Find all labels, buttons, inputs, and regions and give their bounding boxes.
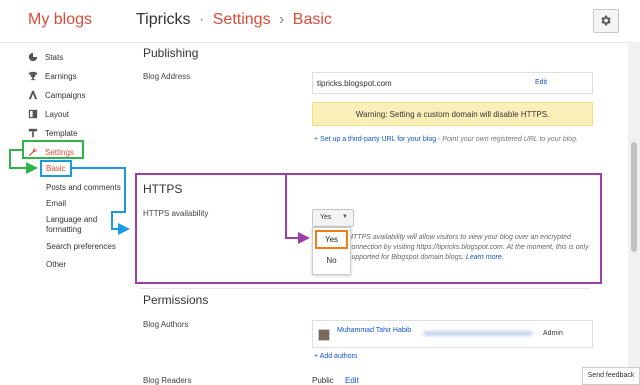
top-header: My blogs Tipricks · Settings › Basic bbox=[0, 0, 640, 43]
sidebar-item-label: Stats bbox=[45, 53, 64, 62]
blurred-email bbox=[423, 331, 533, 336]
avatar bbox=[318, 329, 330, 341]
sidebar-item-stats[interactable]: Stats bbox=[27, 52, 63, 62]
my-blogs-link[interactable]: My blogs bbox=[28, 11, 92, 29]
section-divider bbox=[140, 288, 590, 289]
sidebar-sub-other[interactable]: Other bbox=[46, 260, 66, 270]
https-availability-label: HTTPS availability bbox=[143, 209, 209, 218]
warning-text: Warning: Setting a custom domain will di… bbox=[355, 110, 550, 119]
sidebar-item-campaigns[interactable]: Campaigns bbox=[27, 90, 85, 100]
sidebar-item-label: Earnings bbox=[45, 72, 77, 81]
https-section-title: HTTPS bbox=[143, 182, 183, 196]
sidebar-item-layout[interactable]: Layout bbox=[27, 109, 69, 119]
author-row: Muhammad Tahir Habib Admin bbox=[312, 320, 593, 348]
campaigns-icon bbox=[28, 90, 38, 100]
learn-more-link[interactable]: Learn more. bbox=[466, 254, 504, 261]
sidebar-item-label: Settings bbox=[45, 148, 74, 157]
breadcrumb: Tipricks · Settings › Basic bbox=[136, 11, 332, 29]
sidebar-item-label: Campaigns bbox=[45, 91, 86, 100]
trophy-icon bbox=[28, 71, 38, 81]
sidebar-item-label: Layout bbox=[45, 110, 70, 119]
sidebar-sub-language-formatting[interactable]: Language and formatting bbox=[46, 215, 116, 235]
sidebar-sub-email[interactable]: Email bbox=[46, 199, 66, 209]
sidebar: Stats Earnings Campaigns Layout Template… bbox=[0, 42, 130, 385]
blog-readers-label: Blog Readers bbox=[143, 376, 192, 385]
layout-icon bbox=[28, 109, 38, 119]
blog-readers-value: Public bbox=[312, 376, 334, 385]
author-name-link[interactable]: Muhammad Tahir Habib bbox=[337, 326, 417, 335]
setup-note-text: - Point your own registered URL to your … bbox=[436, 136, 578, 143]
third-party-url-note: + Set up a third-party URL for your blog… bbox=[314, 135, 594, 144]
breadcrumb-separator: · bbox=[198, 11, 205, 28]
breadcrumb-separator: › bbox=[279, 11, 285, 28]
https-availability-select[interactable]: Yes ▼ bbox=[312, 209, 354, 227]
publishing-section-title: Publishing bbox=[143, 46, 199, 60]
blog-address-edit-link[interactable]: Edit bbox=[535, 79, 547, 86]
breadcrumb-blog[interactable]: Tipricks bbox=[136, 11, 191, 28]
wrench-icon bbox=[28, 148, 37, 157]
add-authors-link[interactable]: + Add authors bbox=[314, 353, 357, 360]
blog-address-box: tipricks.blogspot.com Edit bbox=[312, 72, 593, 94]
https-dropdown-menu: Yes No bbox=[312, 227, 351, 275]
https-description: HTTPS availability will allow visitors t… bbox=[348, 233, 593, 263]
sidebar-item-template[interactable]: Template bbox=[27, 128, 77, 138]
blog-address-label: Blog Address bbox=[143, 72, 191, 81]
author-role: Admin bbox=[543, 330, 563, 337]
https-selected-value: Yes bbox=[320, 214, 332, 221]
chevron-down-icon: ▼ bbox=[342, 214, 348, 220]
blog-authors-label: Blog Authors bbox=[143, 320, 189, 329]
https-highlight-box bbox=[135, 173, 602, 284]
send-feedback-button[interactable]: Send feedback bbox=[582, 367, 640, 385]
sidebar-sub-search-preferences[interactable]: Search preferences bbox=[46, 242, 116, 252]
custom-domain-warning: Warning: Setting a custom domain will di… bbox=[312, 102, 593, 126]
scrollbar-thumb[interactable] bbox=[631, 142, 637, 252]
sidebar-item-settings[interactable]: Settings bbox=[27, 147, 74, 157]
blog-address-value: tipricks.blogspot.com bbox=[317, 79, 392, 88]
settings-gear-button[interactable] bbox=[593, 9, 619, 33]
breadcrumb-basic: Basic bbox=[292, 11, 332, 28]
template-icon bbox=[28, 128, 38, 138]
https-option-yes[interactable]: Yes bbox=[315, 230, 348, 249]
https-option-no[interactable]: No bbox=[313, 256, 350, 265]
sidebar-item-label: Template bbox=[45, 129, 78, 138]
stats-pie-icon bbox=[28, 52, 38, 62]
sidebar-item-earnings[interactable]: Earnings bbox=[27, 71, 77, 81]
gear-icon bbox=[601, 15, 611, 26]
sidebar-sub-posts-comments[interactable]: Posts and comments bbox=[46, 183, 121, 193]
breadcrumb-settings[interactable]: Settings bbox=[213, 11, 271, 28]
setup-third-party-url-link[interactable]: + Set up a third-party URL for your blog bbox=[314, 136, 436, 143]
blog-readers-edit-link[interactable]: Edit bbox=[345, 376, 359, 385]
sidebar-sub-basic[interactable]: Basic bbox=[46, 164, 66, 174]
scrollbar[interactable] bbox=[628, 42, 640, 385]
permissions-section-title: Permissions bbox=[143, 293, 209, 307]
